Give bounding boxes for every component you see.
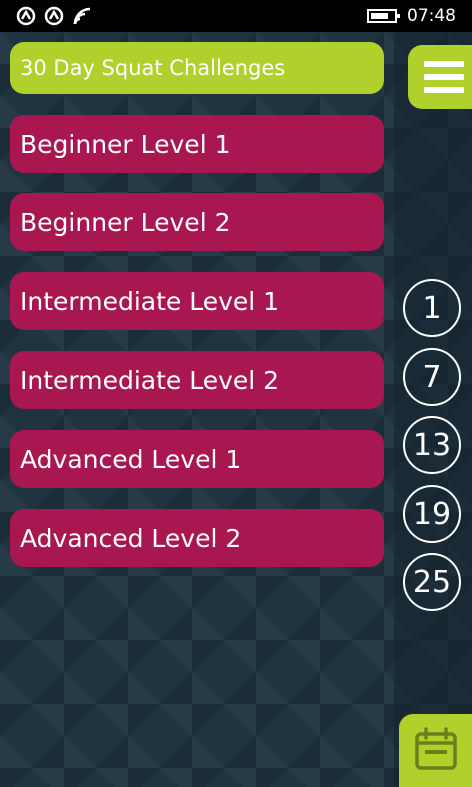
notification-icon	[44, 6, 64, 26]
status-time: 07:48	[407, 6, 456, 26]
day-button-19[interactable]: 19	[403, 485, 461, 543]
level-button-beginner-2[interactable]: Beginner Level 2	[10, 193, 384, 251]
level-button-intermediate-2[interactable]: Intermediate Level 2	[10, 351, 384, 409]
calendar-button[interactable]	[399, 714, 472, 787]
day-button-1[interactable]: 1	[403, 279, 461, 337]
hamburger-icon	[424, 61, 464, 93]
day-button-7[interactable]: 7	[403, 348, 461, 406]
day-button-25[interactable]: 25	[403, 553, 461, 611]
level-button-beginner-1[interactable]: Beginner Level 1	[10, 115, 384, 173]
battery-icon	[367, 9, 400, 23]
page-title: 30 Day Squat Challenges	[10, 42, 384, 94]
day-button-13[interactable]: 13	[403, 416, 461, 474]
menu-button[interactable]	[408, 45, 472, 109]
status-bar: 07:48	[0, 0, 472, 32]
level-button-advanced-2[interactable]: Advanced Level 2	[10, 509, 384, 567]
battery-fill	[371, 13, 388, 19]
level-button-intermediate-1[interactable]: Intermediate Level 1	[10, 272, 384, 330]
calendar-icon	[413, 726, 459, 776]
level-button-advanced-1[interactable]: Advanced Level 1	[10, 430, 384, 488]
notification-icon	[16, 6, 36, 26]
side-panel	[394, 32, 472, 787]
wifi-icon	[72, 6, 92, 26]
